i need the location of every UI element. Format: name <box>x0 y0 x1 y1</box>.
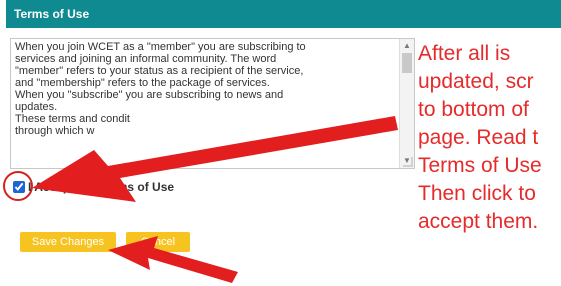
terms-line: When you "subscribe" you are subscribing… <box>15 89 284 101</box>
scroll-thumb[interactable] <box>402 53 412 73</box>
accept-terms-checkbox[interactable] <box>13 181 25 193</box>
terms-line: services and joining an informal communi… <box>15 53 277 65</box>
annotation-line: page. Read t <box>418 126 539 149</box>
terms-line: "member" refers to your status as a reci… <box>15 65 304 77</box>
accept-terms-label: I Accept the Terms of Use <box>28 180 175 194</box>
terms-scrollbar[interactable]: ▲ ▼ <box>399 39 414 168</box>
annotation-note: After all is updated, scr to bottom of p… <box>418 40 561 236</box>
terms-line: These terms and condit <box>15 113 130 125</box>
header-title: Terms of Use <box>14 7 90 21</box>
annotation-line: to bottom of <box>418 98 529 121</box>
annotation-line: accept them. <box>418 210 539 233</box>
terms-text: When you join WCET as a "member" you are… <box>15 41 395 137</box>
terms-line: updates. <box>15 101 58 113</box>
scroll-up-icon[interactable]: ▲ <box>402 41 412 51</box>
terms-line: and "membership" refers to the package o… <box>15 77 270 89</box>
resize-grip-icon[interactable] <box>403 157 413 167</box>
terms-of-use-header: Terms of Use <box>6 0 561 28</box>
accept-terms-row[interactable]: I Accept the Terms of Use <box>13 180 174 194</box>
annotation-line: Terms of Use <box>418 154 542 177</box>
terms-line: When you join WCET as a "member" you are… <box>15 41 306 53</box>
terms-text-area[interactable]: When you join WCET as a "member" you are… <box>10 38 415 169</box>
annotation-line: Then click to <box>418 182 536 205</box>
save-changes-button[interactable]: Save Changes <box>20 232 116 252</box>
annotation-line: After all is <box>418 42 511 65</box>
cancel-button[interactable]: Cancel <box>126 232 190 252</box>
terms-line: through which w <box>15 125 95 137</box>
annotation-line: updated, scr <box>418 70 534 93</box>
